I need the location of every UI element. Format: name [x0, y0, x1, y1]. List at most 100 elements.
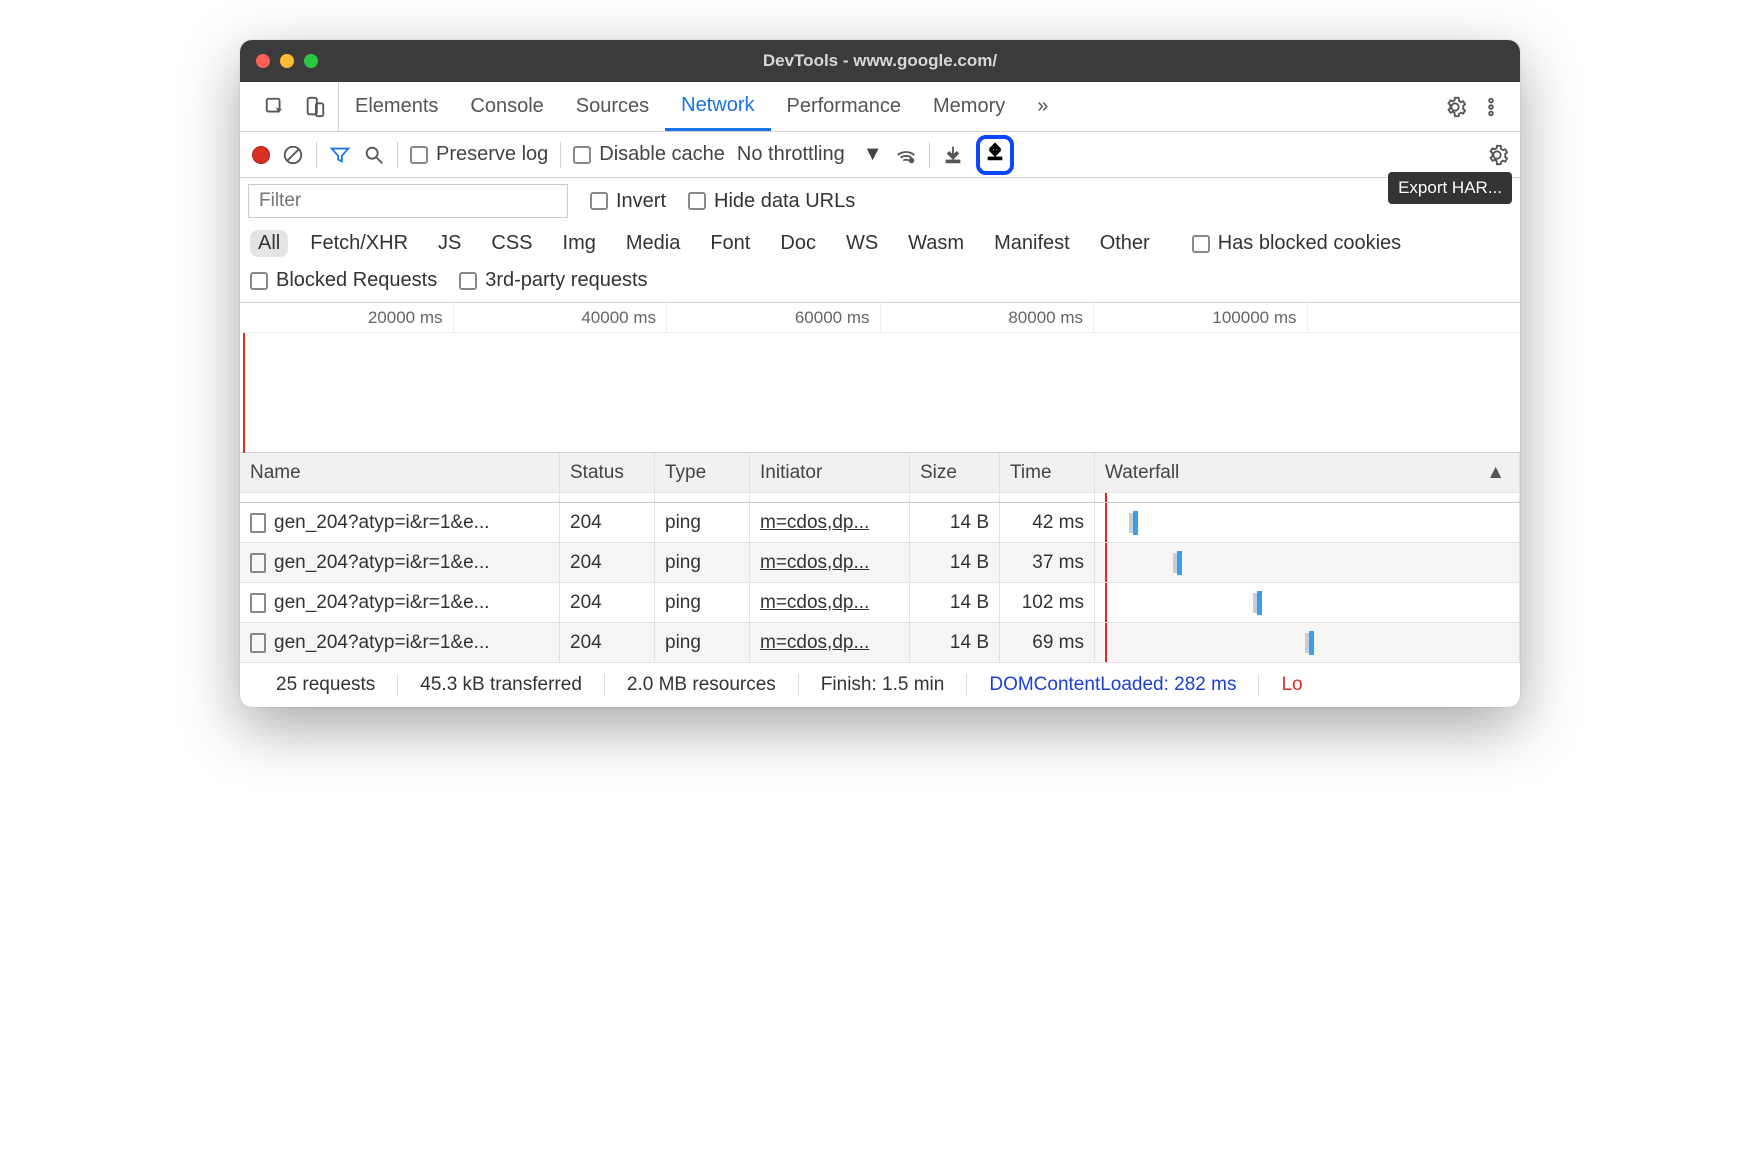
timeline-overview[interactable]: 20000 ms40000 ms60000 ms80000 ms100000 m… [240, 303, 1520, 453]
request-type: ping [655, 543, 750, 582]
col-name[interactable]: Name [240, 453, 560, 492]
close-window-icon[interactable] [256, 54, 270, 68]
request-status: 204 [560, 503, 655, 542]
filter-icon[interactable] [329, 144, 351, 166]
disable-cache-checkbox[interactable]: Disable cache [573, 143, 725, 166]
request-name: gen_204?atyp=i&r=1&e... [274, 552, 490, 574]
request-name: gen_204?atyp=i&r=1&e... [274, 632, 490, 654]
type-filter-css[interactable]: CSS [483, 230, 540, 257]
preserve-log-label: Preserve log [436, 143, 548, 166]
col-waterfall[interactable]: Waterfall▲ [1095, 453, 1520, 492]
network-conditions-icon[interactable] [895, 144, 917, 166]
table-header[interactable]: Name Status Type Initiator Size Time Wat… [240, 453, 1520, 493]
request-name: gen_204?atyp=i&r=1&e... [274, 512, 490, 534]
request-initiator[interactable]: m=cdos,dp... [750, 583, 910, 622]
type-filter-js[interactable]: JS [430, 230, 469, 257]
tabs-bar: ElementsConsoleSourcesNetworkPerformance… [240, 82, 1520, 132]
export-har-icon[interactable] [984, 141, 1006, 163]
has-blocked-cookies-label: Has blocked cookies [1218, 232, 1401, 255]
sort-asc-icon: ▲ [1486, 462, 1505, 484]
request-size: 14 B [910, 583, 1000, 622]
more-vertical-icon[interactable] [1480, 96, 1502, 118]
tab-console[interactable]: Console [454, 82, 559, 131]
blocked-requests-checkbox[interactable]: Blocked Requests [250, 269, 437, 292]
sb-resources: 2.0 MB resources [605, 674, 799, 696]
table-row[interactable]: gen_204?atyp=i&r=1&e... 204 ping m=cdos,… [240, 623, 1520, 663]
type-filter-all[interactable]: All [250, 230, 288, 257]
tab-memory[interactable]: Memory [917, 82, 1021, 131]
tab-performance[interactable]: Performance [771, 82, 918, 131]
sb-domcontentloaded: DOMContentLoaded: 282 ms [967, 674, 1259, 696]
request-time: 69 ms [1000, 623, 1095, 662]
request-initiator[interactable]: m=cdos,dp... [750, 623, 910, 662]
export-har-tooltip: Export HAR... [1388, 172, 1512, 204]
request-type: ping [655, 623, 750, 662]
import-har-icon[interactable] [942, 144, 964, 166]
request-waterfall [1095, 583, 1520, 622]
third-party-checkbox[interactable]: 3rd-party requests [459, 269, 647, 292]
type-filter-other[interactable]: Other [1092, 230, 1158, 257]
table-row[interactable]: gen_204?atyp=i&r=1&e... 204 ping m=cdos,… [240, 583, 1520, 623]
type-filter-fetchxhr[interactable]: Fetch/XHR [302, 230, 416, 257]
request-type: ping [655, 583, 750, 622]
inspect-element-icon[interactable] [264, 96, 286, 118]
type-filter-img[interactable]: Img [555, 230, 604, 257]
request-size: 14 B [910, 543, 1000, 582]
hide-data-urls-checkbox[interactable]: Hide data URLs [688, 190, 855, 213]
requests-table: Name Status Type Initiator Size Time Wat… [240, 453, 1520, 663]
file-icon [250, 553, 266, 573]
search-icon[interactable] [363, 144, 385, 166]
request-size: 14 B [910, 503, 1000, 542]
devtools-window: DevTools - www.google.com/ ElementsConso… [240, 40, 1520, 707]
network-settings-gear-icon[interactable] [1486, 144, 1508, 166]
type-filter-media[interactable]: Media [618, 230, 688, 257]
col-initiator[interactable]: Initiator [750, 453, 910, 492]
device-toolbar-icon[interactable] [304, 96, 326, 118]
type-filter-wasm[interactable]: Wasm [900, 230, 972, 257]
has-blocked-cookies-checkbox[interactable]: Has blocked cookies [1192, 232, 1401, 255]
request-initiator[interactable]: m=cdos,dp... [750, 543, 910, 582]
file-icon [250, 633, 266, 653]
status-bar: 25 requests 45.3 kB transferred 2.0 MB r… [240, 663, 1520, 707]
request-initiator[interactable]: m=cdos,dp... [750, 503, 910, 542]
type-filter-manifest[interactable]: Manifest [986, 230, 1078, 257]
tab-network[interactable]: Network [665, 82, 770, 131]
clear-icon[interactable] [282, 144, 304, 166]
timeline-tick: 20000 ms [240, 303, 454, 332]
preserve-log-checkbox[interactable]: Preserve log [410, 143, 548, 166]
table-row[interactable]: gen_204?atyp=i&r=1&e... 204 ping m=cdos,… [240, 503, 1520, 543]
tabs-overflow-icon[interactable]: » [1021, 82, 1064, 131]
table-row-cut [240, 493, 1520, 503]
table-row[interactable]: gen_204?atyp=i&r=1&e... 204 ping m=cdos,… [240, 543, 1520, 583]
request-waterfall [1095, 623, 1520, 662]
col-type[interactable]: Type [655, 453, 750, 492]
request-time: 102 ms [1000, 583, 1095, 622]
throttling-select[interactable]: No throttling▼ [737, 143, 883, 166]
type-filter-ws[interactable]: WS [838, 230, 886, 257]
traffic-lights [256, 54, 318, 68]
request-status: 204 [560, 543, 655, 582]
request-waterfall [1095, 543, 1520, 582]
tab-sources[interactable]: Sources [560, 82, 665, 131]
type-filter-font[interactable]: Font [702, 230, 758, 257]
maximize-window-icon[interactable] [304, 54, 318, 68]
timeline-tick: 40000 ms [454, 303, 668, 332]
minimize-window-icon[interactable] [280, 54, 294, 68]
filter-input[interactable] [248, 184, 568, 218]
request-status: 204 [560, 583, 655, 622]
third-party-label: 3rd-party requests [485, 269, 647, 292]
col-size[interactable]: Size [910, 453, 1000, 492]
tab-elements[interactable]: Elements [339, 82, 454, 131]
settings-gear-icon[interactable] [1444, 96, 1466, 118]
col-time[interactable]: Time [1000, 453, 1095, 492]
disable-cache-label: Disable cache [599, 143, 725, 166]
sb-load: Lo [1259, 674, 1324, 696]
timeline-tick: 100000 ms [1094, 303, 1308, 332]
record-icon[interactable] [252, 146, 270, 164]
col-status[interactable]: Status [560, 453, 655, 492]
timeline-tick: 80000 ms [881, 303, 1095, 332]
type-filter-doc[interactable]: Doc [772, 230, 824, 257]
request-size: 14 B [910, 623, 1000, 662]
types-row: All Fetch/XHR JS CSS Img Media Font Doc WS Wasm Ma… [240, 224, 1520, 263]
invert-checkbox[interactable]: Invert [590, 190, 666, 213]
